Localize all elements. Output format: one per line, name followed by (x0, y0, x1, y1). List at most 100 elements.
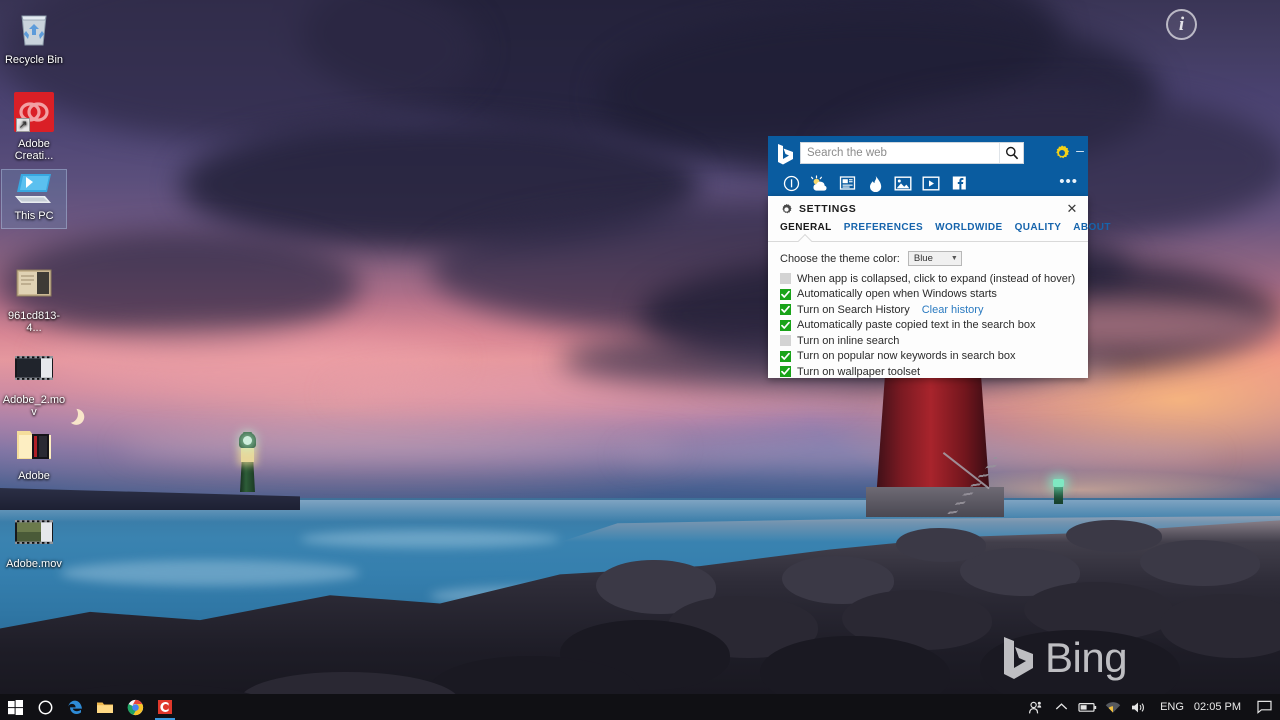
rock (1066, 520, 1162, 552)
tab-about[interactable]: ABOUT (1073, 222, 1111, 241)
desktop-icon-label: 961cd813-4... (8, 310, 60, 334)
action-center-icon[interactable] (1250, 694, 1278, 720)
camtasia-icon (158, 700, 172, 714)
desktop-icon-adobe-folder[interactable]: Adobe (2, 420, 66, 482)
wifi-icon[interactable] (1100, 694, 1126, 720)
setting-label: Turn on wallpaper toolset (797, 365, 921, 378)
bing-logo-icon[interactable] (777, 143, 794, 165)
desktop-icon-adobe-mov[interactable]: Adobe.mov (2, 508, 66, 570)
document-file-icon (2, 260, 66, 308)
settings-title: SETTINGS (799, 203, 857, 215)
checkbox-checked[interactable] (780, 319, 791, 331)
this-pc-icon (2, 170, 66, 208)
setting-label: Automatically paste copied text in the s… (797, 319, 1036, 332)
folder-icon (2, 420, 66, 468)
images-icon[interactable] (889, 171, 917, 195)
theme-color-select[interactable]: Blue ▼ (907, 251, 962, 266)
desktop-info-badge[interactable]: i (1166, 9, 1197, 40)
gear-icon (1056, 145, 1070, 159)
cortana-button[interactable] (30, 694, 60, 720)
bing-desktop-bar: – (768, 136, 1088, 196)
checkbox-unchecked[interactable] (780, 335, 791, 347)
language-indicator[interactable]: ENG (1152, 701, 1192, 713)
start-button[interactable] (0, 694, 30, 720)
desktop-icon-label: Adobe_2.mov (2, 394, 66, 418)
desktop-icon-this-pc[interactable]: This PC (1, 169, 67, 229)
people-icon[interactable] (1022, 694, 1048, 720)
windows-logo-icon (7, 699, 23, 715)
tab-quality[interactable]: QUALITY (1015, 222, 1062, 241)
bing-bar-search-row: – (768, 136, 1088, 170)
wallpaper-sky (0, 0, 1280, 500)
video-icon[interactable] (917, 171, 945, 195)
info-icon: i (1178, 13, 1185, 35)
edge-icon (67, 700, 82, 714)
desktop-icon-label: Adobe Creati... (14, 138, 54, 162)
green-lighthouse-light (243, 436, 252, 445)
desktop-icon-label: Adobe.mov (6, 558, 62, 570)
desktop-icon-961cd813[interactable]: 961cd813-4... (2, 260, 66, 334)
search-button[interactable] (999, 143, 1023, 163)
volume-icon[interactable] (1126, 694, 1152, 720)
desktop-icon-adobe-creative-cloud[interactable]: ↗ Adobe Creati... (2, 88, 66, 162)
desktop-wallpaper (0, 0, 1280, 720)
setting-row-search-history[interactable]: Turn on Search History Clear history (768, 302, 1088, 318)
more-options-button[interactable]: ••• (1059, 174, 1078, 189)
checkbox-checked[interactable] (780, 366, 791, 378)
clear-history-link[interactable]: Clear history (922, 304, 984, 316)
sea-foam (60, 560, 360, 586)
desktop-icon-label: This PC (14, 210, 54, 222)
search-icon (1005, 146, 1018, 160)
show-hidden-icons-icon[interactable] (1048, 694, 1074, 720)
shortcut-arrow-icon: ↗ (16, 118, 30, 132)
setting-label: When app is collapsed, click to expand (… (797, 272, 1076, 285)
setting-row-wallpaper-toolset[interactable]: Turn on wallpaper toolset (768, 364, 1088, 380)
setting-row-auto-paste[interactable]: Automatically paste copied text in the s… (768, 318, 1088, 334)
cortana-icon (38, 700, 52, 714)
tab-worldwide[interactable]: WORLDWIDE (935, 222, 1002, 241)
setting-row-inline-search[interactable]: Turn on inline search (768, 333, 1088, 349)
setting-row-expand-on-click[interactable]: When app is collapsed, click to expand (… (768, 271, 1088, 287)
chrome-button[interactable] (120, 694, 150, 720)
setting-label: Automatically open when Windows starts (797, 288, 997, 301)
settings-tabs: GENERAL PREFERENCES WORLDWIDE QUALITY AB… (768, 222, 1110, 249)
file-explorer-button[interactable] (90, 694, 120, 720)
battery-icon[interactable] (1074, 694, 1100, 720)
edge-button[interactable] (60, 694, 90, 720)
desktop-icon-label: Adobe (18, 470, 50, 482)
checkbox-checked[interactable] (780, 288, 791, 300)
rock (896, 528, 986, 562)
taskbar: ENG 02:05 PM (0, 694, 1280, 720)
bing-bar-toolbar-row: ••• (768, 170, 1088, 196)
settings-header: SETTINGS ✕ (768, 196, 1088, 222)
news-icon[interactable] (833, 171, 861, 195)
checkbox-unchecked[interactable] (780, 273, 791, 285)
setting-row-popular-keywords[interactable]: Turn on popular now keywords in search b… (768, 349, 1088, 365)
tab-preferences[interactable]: PREFERENCES (844, 222, 923, 241)
checkbox-checked[interactable] (780, 304, 791, 316)
setting-label: Turn on inline search (797, 334, 900, 347)
weather-icon[interactable] (805, 171, 833, 195)
movie-file-icon (2, 344, 66, 392)
chevron-down-icon: ▼ (950, 255, 958, 262)
search-box[interactable] (800, 142, 1024, 164)
gear-icon (782, 203, 792, 213)
info-icon[interactable] (777, 171, 805, 195)
settings-panel: SETTINGS ✕ GENERAL PREFERENCES WORLDWIDE… (768, 196, 1110, 380)
bing-settings-gear-button[interactable] (1052, 143, 1072, 163)
minimize-button[interactable]: – (1074, 143, 1086, 160)
desktop-icon-adobe-2-mov[interactable]: Adobe_2.mov (2, 344, 66, 418)
close-icon[interactable]: ✕ (1064, 201, 1080, 217)
theme-color-value: Blue (913, 253, 933, 264)
checkbox-checked[interactable] (780, 350, 791, 362)
chrome-icon (127, 699, 143, 715)
trending-icon[interactable] (861, 171, 889, 195)
clock[interactable]: 02:05 PM (1192, 701, 1250, 713)
desktop-icon-recycle-bin[interactable]: Recycle Bin (2, 4, 66, 66)
search-input[interactable] (801, 143, 999, 163)
camtasia-button[interactable] (150, 694, 180, 720)
system-tray: ENG 02:05 PM (1022, 694, 1280, 720)
facebook-icon[interactable] (945, 171, 973, 195)
setting-row-autostart[interactable]: Automatically open when Windows starts (768, 287, 1088, 303)
theme-color-row: Choose the theme color: Blue ▼ (768, 242, 1088, 271)
